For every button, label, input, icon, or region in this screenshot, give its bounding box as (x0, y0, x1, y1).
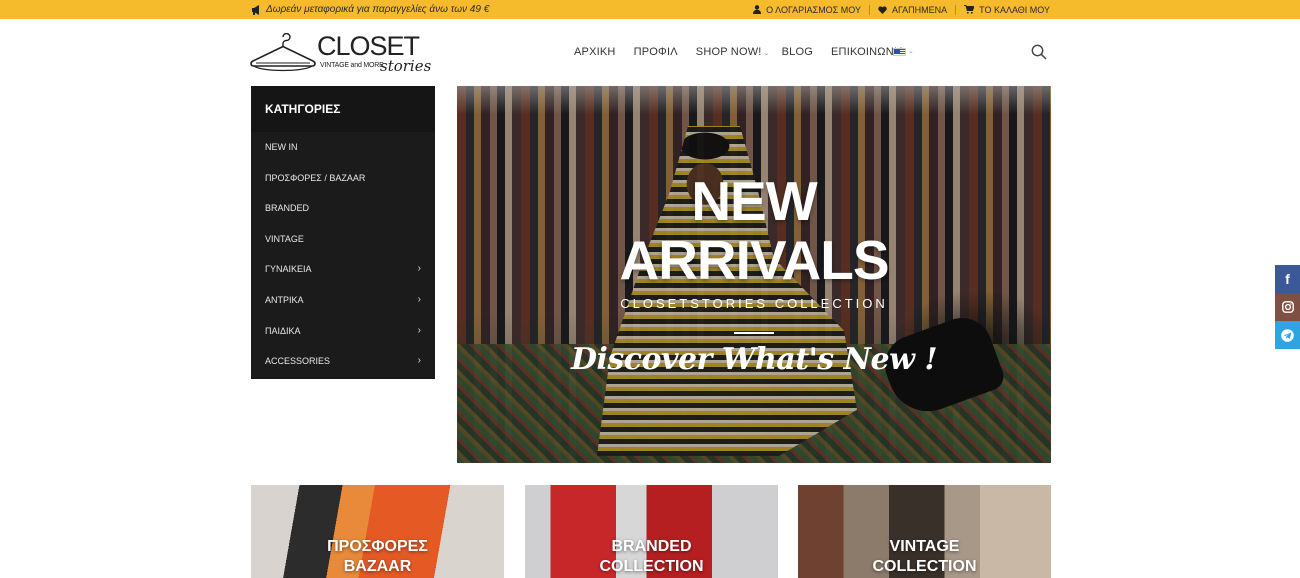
category-new-in[interactable]: NEW IN (251, 132, 435, 163)
hero-divider (734, 332, 774, 334)
categories-title: ΚΑΤΗΓΟΡΙΕΣ (251, 86, 435, 132)
tile-label: ΠΡΟΣΦΟΡΕΣ BAZAAR (251, 537, 504, 577)
top-announcement-bar: Δωρεάν μεταφορικά για παραγγελίες άνω τω… (0, 0, 1300, 19)
nav-blog[interactable]: BLOG (782, 46, 813, 58)
instagram-button[interactable] (1275, 293, 1300, 321)
account-link-label: Ο ΛΟΓΑΡΙΑΣΜΟΣ ΜΟΥ (766, 4, 861, 15)
wishlist-link-label: ΑΓΑΠΗΜΕΝΑ (891, 4, 948, 15)
hero-banner[interactable]: NEW ARRIVALS CLOSETSTORIES COLLECTION Di… (457, 86, 1051, 463)
cart-icon (964, 5, 975, 14)
site-logo[interactable]: CLOSET VINTAGE and MORE stories (250, 31, 432, 76)
chevron-right-icon: › (417, 263, 421, 275)
telegram-button[interactable] (1275, 321, 1300, 349)
tile-label-line1: ΠΡΟΣΦΟΡΕΣ (327, 538, 428, 555)
category-label: ΑΝΤΡΙΚΑ (265, 294, 304, 305)
category-branded[interactable]: BRANDED (251, 193, 435, 224)
categories-menu: ΚΑΤΗΓΟΡΙΕΣ NEW IN ΠΡΟΣΦΟΡΕΣ / BAZAAR BRA… (251, 86, 435, 379)
chevron-right-icon: › (417, 293, 421, 305)
category-label: VINTAGE (265, 233, 304, 244)
logo-script: stories (380, 57, 432, 75)
chevron-right-icon: › (417, 324, 421, 336)
category-women[interactable]: ΓΥΝΑΙΚΕΙΑ › (251, 254, 435, 285)
free-shipping-notice: Δωρεάν μεταφορικά για παραγγελίες άνω τω… (251, 0, 489, 19)
facebook-icon: f (1285, 271, 1290, 287)
tile-label-line2: BAZAAR (343, 558, 412, 575)
hanger-logo-icon (250, 33, 316, 72)
category-vintage[interactable]: VINTAGE (251, 224, 435, 255)
tile-branded-collection[interactable]: BRANDED COLLECTION (525, 485, 778, 578)
account-link[interactable]: Ο ΛΟΓΑΡΙΑΣΜΟΣ ΜΟΥ (745, 5, 869, 15)
hero-title-line1: NEW (691, 170, 817, 232)
hero-title-line2: ARRIVALS (619, 229, 889, 291)
hero-cta[interactable]: Discover What's New ! (457, 342, 1051, 377)
tile-label-line2: COLLECTION (872, 558, 977, 575)
tile-label-line2: COLLECTION (599, 558, 704, 575)
category-offers-bazaar[interactable]: ΠΡΟΣΦΟΡΕΣ / BAZAAR (251, 163, 435, 194)
category-accessories[interactable]: ACCESSORIES › (251, 346, 435, 377)
hero-subtitle: CLOSETSTORIES COLLECTION (620, 296, 888, 311)
tile-label-line1: VINTAGE (889, 538, 960, 555)
category-label: ACCESSORIES (265, 356, 331, 367)
tile-label-line1: BRANDED (611, 538, 692, 555)
chevron-right-icon: › (417, 355, 421, 367)
category-label: ΓΥΝΑΙΚΕΙΑ (265, 264, 312, 275)
user-icon (753, 5, 762, 14)
search-icon[interactable] (1031, 44, 1047, 60)
heart-icon (878, 5, 887, 14)
category-label: NEW IN (265, 142, 298, 152)
category-label: ΠΑΙΔΙΚΑ (265, 325, 301, 336)
nav-shop[interactable]: SHOP NOW! ⌄ (696, 46, 770, 58)
language-chevron-down-icon: ⌄ (908, 48, 914, 55)
nav-home[interactable]: ΑΡΧΙΚΗ (574, 46, 616, 58)
facebook-button[interactable]: f (1275, 265, 1300, 293)
megaphone-icon (252, 4, 259, 15)
wishlist-link[interactable]: ΑΓΑΠΗΜΕΝΑ (870, 5, 955, 15)
nav-profile[interactable]: ΠΡΟΦΙΛ (634, 46, 678, 58)
logo-tagline: VINTAGE and MORE (320, 62, 384, 69)
category-kids[interactable]: ΠΑΙΔΙΚΑ › (251, 316, 435, 347)
top-links: Ο ΛΟΓΑΡΙΑΣΜΟΣ ΜΟΥ ΑΓΑΠΗΜΕΝΑ ΤΟ ΚΑΛΑΘΙ ΜΟ… (745, 0, 1050, 19)
category-label: BRANDED (265, 203, 310, 214)
chevron-down-icon: ⌄ (763, 50, 770, 57)
promo-text: Δωρεάν μεταφορικά για παραγγελίες άνω τω… (266, 4, 490, 15)
tile-offers-bazaar[interactable]: ΠΡΟΣΦΟΡΕΣ BAZAAR (251, 485, 504, 578)
category-label: ΠΡΟΣΦΟΡΕΣ / BAZAAR (265, 172, 366, 183)
nav-shop-label: SHOP NOW! (695, 46, 762, 58)
cart-link-label: ΤΟ ΚΑΛΑΘΙ ΜΟΥ (979, 4, 1050, 15)
main-navigation: ΑΡΧΙΚΗ ΠΡΟΦΙΛ SHOP NOW! ⌄ BLOG ΕΠΙΚΟΙΝΩΝΙ… (574, 46, 923, 58)
category-men[interactable]: ΑΝΤΡΙΚΑ › (251, 285, 435, 316)
tile-label: VINTAGE COLLECTION (798, 537, 1051, 577)
instagram-icon (1281, 301, 1294, 313)
cart-link[interactable]: ΤΟ ΚΑΛΑΘΙ ΜΟΥ (956, 5, 1050, 15)
tile-vintage-collection[interactable]: VINTAGE COLLECTION (798, 485, 1051, 578)
telegram-icon (1281, 328, 1294, 342)
greek-flag-icon[interactable] (893, 48, 906, 56)
tile-label: BRANDED COLLECTION (525, 537, 778, 577)
